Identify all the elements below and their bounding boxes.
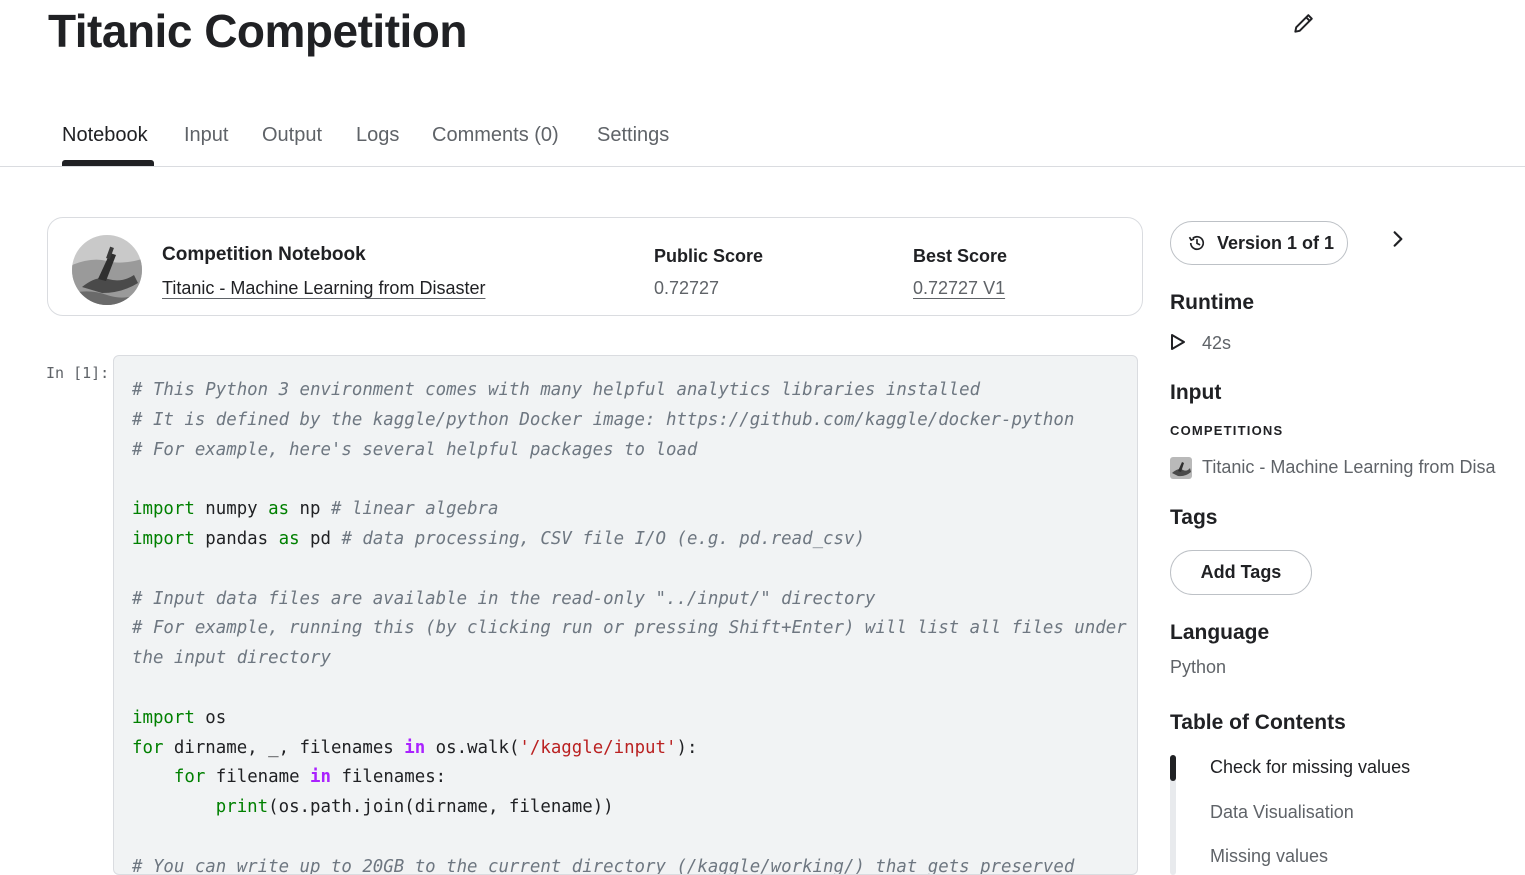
toc-item-check-missing-values[interactable]: Check for missing values	[1210, 757, 1410, 778]
competition-notebook-heading: Competition Notebook	[162, 244, 366, 265]
tab-input[interactable]: Input	[184, 124, 228, 147]
competition-input-item[interactable]: Titanic - Machine Learning from Disa	[1170, 456, 1525, 482]
toc-item-missing-values[interactable]: Missing values	[1210, 846, 1328, 867]
tab-settings[interactable]: Settings	[597, 124, 669, 147]
language-heading: Language	[1170, 621, 1270, 644]
active-tab-indicator	[62, 160, 154, 166]
add-tags-button[interactable]: Add Tags	[1170, 550, 1312, 595]
titanic-thumbnail-icon	[1170, 457, 1192, 479]
chevron-right-icon[interactable]	[1388, 229, 1408, 249]
tags-heading: Tags	[1170, 506, 1218, 529]
version-button[interactable]: Version 1 of 1	[1170, 221, 1348, 265]
tab-comments[interactable]: Comments (0)	[432, 124, 559, 147]
tab-output[interactable]: Output	[262, 124, 322, 147]
play-icon	[1171, 334, 1185, 350]
toc-item-data-visualisation[interactable]: Data Visualisation	[1210, 802, 1354, 823]
public-score-value: 0.72727	[654, 278, 720, 298]
best-score-link[interactable]: 0.72727 V1	[913, 278, 1005, 299]
competition-link[interactable]: Titanic - Machine Learning from Disaster	[162, 278, 485, 299]
runtime-heading: Runtime	[1170, 291, 1254, 314]
page-title: Titanic Competition	[48, 5, 468, 57]
competition-card: Competition Notebook Titanic - Machine L…	[47, 217, 1143, 316]
language-value: Python	[1170, 657, 1227, 677]
tab-logs[interactable]: Logs	[356, 124, 399, 147]
competitions-caption: COMPETITIONS	[1170, 423, 1284, 438]
tab-notebook[interactable]: Notebook	[62, 124, 148, 147]
public-score-label: Public Score	[654, 246, 764, 266]
titanic-thumbnail-icon	[72, 235, 142, 305]
code-cell[interactable]: # This Python 3 environment comes with m…	[113, 355, 1138, 875]
toc-active-marker	[1170, 755, 1176, 781]
history-icon	[1188, 235, 1205, 251]
notebook-sidebar: Version 1 of 1 Runtime 42s Input COMPETI…	[1170, 0, 1525, 875]
input-heading: Input	[1170, 381, 1222, 404]
best-score-label: Best Score	[913, 246, 1008, 266]
competition-input-label: Titanic - Machine Learning from Disa	[1202, 457, 1496, 477]
toc-heading: Table of Contents	[1170, 711, 1346, 734]
runtime-value: 42s	[1202, 333, 1232, 353]
code-content: # This Python 3 environment comes with m…	[132, 380, 1127, 875]
cell-prompt: In [1]:	[46, 364, 110, 382]
version-label: Version 1 of 1	[1217, 232, 1335, 253]
